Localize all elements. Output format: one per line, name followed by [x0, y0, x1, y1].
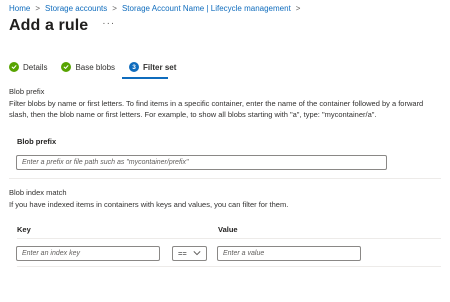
tab-base-blobs-label: Base blobs	[75, 62, 116, 72]
breadcrumb-lifecycle-management[interactable]: Storage Account Name | Lifecycle managem…	[122, 4, 291, 13]
chevron-right-icon: >	[112, 4, 117, 13]
index-value-input[interactable]: Enter a value	[217, 246, 361, 261]
breadcrumb-storage-accounts[interactable]: Storage accounts	[45, 4, 107, 13]
tab-filter-set[interactable]: 3 Filter set	[129, 62, 176, 72]
page-title: Add a rule	[9, 17, 89, 34]
operator-select[interactable]: ==	[172, 246, 207, 261]
checkmark-icon	[9, 62, 19, 72]
key-column-header: Key	[17, 225, 31, 234]
more-options-button[interactable]: ···	[102, 19, 115, 29]
breadcrumb: Home > Storage accounts > Storage Accoun…	[9, 4, 305, 13]
value-column-header: Value	[218, 225, 238, 234]
blob-index-description: If you have indexed items in containers …	[9, 200, 289, 209]
tab-base-blobs[interactable]: Base blobs	[61, 62, 115, 72]
wizard-steps: Details Base blobs 3 Filter set	[9, 62, 190, 72]
blob-prefix-label: Blob prefix	[17, 137, 57, 146]
chevron-right-icon: >	[295, 4, 301, 13]
row-divider	[17, 266, 441, 267]
step-number-icon: 3	[129, 62, 140, 72]
tab-details[interactable]: Details	[9, 62, 47, 72]
chevron-right-icon: >	[35, 4, 41, 13]
operator-value: ==	[178, 249, 187, 258]
divider	[9, 178, 441, 179]
index-key-input[interactable]: Enter an index key	[16, 246, 160, 261]
active-tab-indicator	[122, 77, 168, 79]
breadcrumb-home[interactable]: Home	[9, 4, 30, 13]
blob-prefix-input[interactable]: Enter a prefix or file path such as "myc…	[16, 155, 387, 170]
blob-prefix-section-title: Blob prefix	[9, 87, 45, 96]
blob-prefix-description: Filter blobs by name or first letters. T…	[9, 99, 424, 119]
tab-filter-set-label: Filter set	[143, 62, 177, 72]
tab-details-label: Details	[23, 62, 48, 72]
title-row: Add a rule ···	[9, 17, 115, 35]
header-divider	[17, 238, 441, 239]
blob-index-section-title: Blob index match	[9, 188, 67, 197]
checkmark-icon	[61, 62, 72, 72]
chevron-down-icon	[193, 247, 201, 260]
